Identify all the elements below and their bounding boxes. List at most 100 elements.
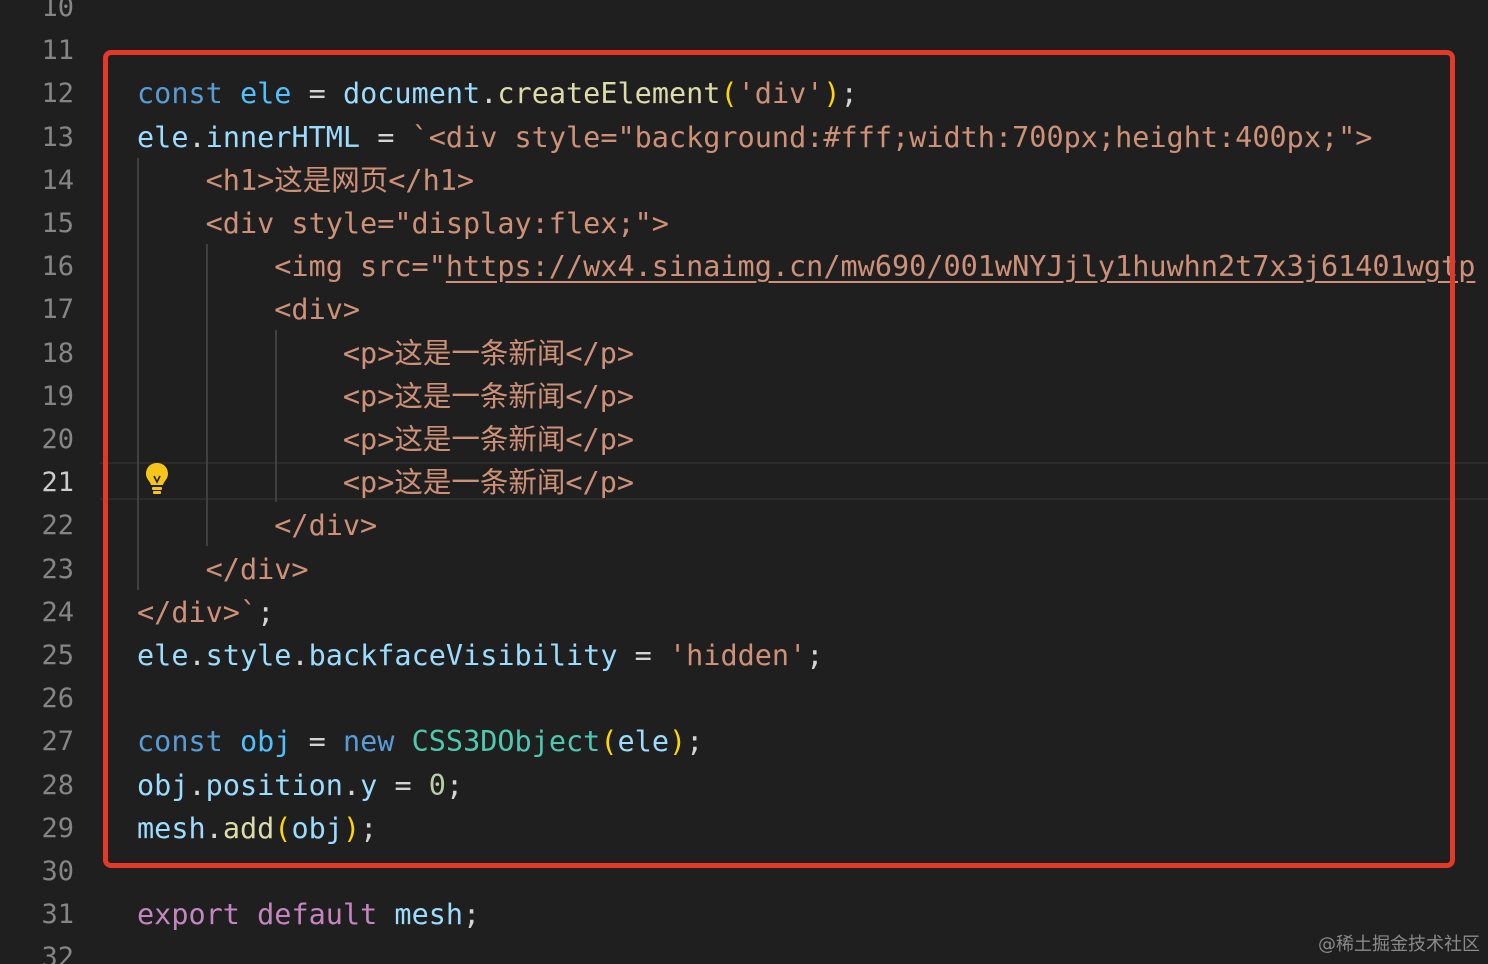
- code-text[interactable]: </div>: [137, 504, 377, 547]
- code-token: export: [137, 898, 240, 932]
- code-token: =: [360, 120, 412, 154]
- code-token: backfaceVisibility: [308, 639, 618, 672]
- code-token: ;: [360, 811, 378, 845]
- code-line[interactable]: 12 const ele = document.createElement('di…: [0, 72, 1488, 115]
- code-line[interactable]: 10: [0, 0, 1488, 29]
- code-text[interactable]: <p>这是一条新闻</p>: [137, 375, 634, 418]
- code-text[interactable]: export default mesh;: [137, 893, 480, 936]
- code-line[interactable]: 17 <div>: [0, 288, 1488, 331]
- code-token: <p>这是一条新闻</p>: [137, 466, 635, 500]
- code-editor[interactable]: 10 11 12 const ele = document.createElement…: [0, 0, 1488, 964]
- code-token: ele: [137, 120, 189, 154]
- code-line[interactable]: 24 </div>`;: [0, 591, 1488, 634]
- code-token: document: [342, 77, 481, 111]
- code-line[interactable]: 30: [0, 850, 1488, 893]
- code-token: y: [360, 768, 378, 802]
- code-token: 0: [428, 768, 446, 802]
- code-text[interactable]: obj.position.y = 0;: [137, 764, 463, 807]
- line-number: 30: [41, 856, 74, 887]
- code-token: innerHTML: [205, 120, 361, 154]
- code-line[interactable]: 22 </div>: [0, 504, 1488, 547]
- code-token: </div>`: [137, 595, 258, 629]
- code-text[interactable]: <p>这是一条新闻</p>: [137, 332, 634, 375]
- code-token: =: [291, 725, 343, 759]
- code-text[interactable]: <div>: [137, 288, 360, 331]
- code-token: =: [291, 77, 343, 111]
- line-number: 25: [41, 640, 74, 671]
- code-text[interactable]: <div style="display:flex;">: [137, 202, 669, 245]
- code-line[interactable]: 27 const obj = new CSS3DObject(ele);: [0, 720, 1488, 763]
- code-token: (: [274, 811, 292, 845]
- line-number: 23: [41, 553, 74, 585]
- line-number: 13: [41, 121, 74, 153]
- code-token: obj: [291, 811, 343, 845]
- code-token: https://wx4.sinaimg.cn/mw690/001wNYJjly1…: [445, 250, 1476, 284]
- code-token: const: [137, 77, 223, 111]
- code-text[interactable]: ele.innerHTML = `<div style="background:…: [137, 116, 1372, 159]
- code-token: <img src=": [137, 250, 446, 284]
- code-line[interactable]: 13 ele.innerHTML = `<div style="backgroun…: [0, 116, 1488, 159]
- code-text[interactable]: mesh.add(obj);: [137, 807, 377, 850]
- code-text[interactable]: <p>这是一条新闻</p>: [137, 418, 634, 461]
- code-token: obj: [137, 768, 189, 802]
- line-number: 18: [41, 337, 74, 369]
- code-token: .: [480, 77, 498, 111]
- code-line[interactable]: 11: [0, 29, 1488, 72]
- code-token: position: [205, 768, 343, 802]
- code-line[interactable]: 19 <p>这是一条新闻</p>: [0, 375, 1488, 418]
- code-token: .: [342, 768, 361, 802]
- code-token: `<div style="background:#fff;width:700px…: [411, 120, 1373, 154]
- code-token: CSS3DObject: [411, 725, 601, 759]
- code-text[interactable]: const obj = new CSS3DObject(ele);: [137, 720, 703, 763]
- code-token: mesh: [394, 898, 464, 932]
- line-number: 24: [41, 596, 74, 628]
- code-token: 'div': [737, 77, 824, 111]
- code-text[interactable]: <p>这是一条新闻</p>: [137, 461, 634, 504]
- code-line[interactable]: 32: [0, 936, 1488, 964]
- code-line[interactable]: 18 <p>这是一条新闻</p>: [0, 332, 1488, 375]
- code-token: ;: [840, 77, 858, 111]
- code-text[interactable]: <h1>这是网页</h1>: [137, 159, 474, 202]
- code-token: =: [617, 639, 669, 672]
- code-text[interactable]: <img src="https://wx4.sinaimg.cn/mw690/0…: [137, 245, 1475, 288]
- code-line[interactable]: 29 mesh.add(obj);: [0, 807, 1488, 850]
- line-number: 20: [41, 424, 74, 455]
- code-text[interactable]: ele.style.backfaceVisibility = 'hidden';: [137, 634, 823, 677]
- line-number: 32: [41, 942, 74, 964]
- code-token: ele: [617, 725, 669, 759]
- line-number: 15: [41, 208, 74, 239]
- code-token: ): [823, 77, 841, 111]
- code-token: <p>这是一条新闻</p>: [137, 423, 635, 456]
- code-line[interactable]: 15 <div style="display:flex;">: [0, 202, 1488, 245]
- code-text[interactable]: const ele = document.createElement('div'…: [137, 72, 858, 115]
- line-number: 10: [41, 0, 74, 23]
- code-token: (: [600, 725, 618, 759]
- code-line[interactable]: 21 <p>这是一条新闻</p>: [0, 461, 1488, 504]
- code-token: =: [377, 768, 429, 802]
- code-token: </div>: [137, 509, 378, 543]
- code-line[interactable]: 16 <img src="https://wx4.sinaimg.cn/mw69…: [0, 245, 1488, 288]
- line-number: 12: [41, 78, 74, 110]
- code-token: obj: [239, 725, 292, 759]
- code-line[interactable]: 31 export default mesh;: [0, 893, 1488, 936]
- code-text[interactable]: </div>: [137, 548, 309, 591]
- line-number: 26: [41, 683, 74, 715]
- code-line[interactable]: 25 ele.style.backfaceVisibility = 'hidden…: [0, 634, 1488, 677]
- code-line[interactable]: 28 obj.position.y = 0;: [0, 764, 1488, 807]
- code-token: <h1>这是网页</h1>: [137, 163, 475, 197]
- code-line[interactable]: 23 </div>: [0, 548, 1488, 591]
- lightbulb-icon[interactable]: [144, 462, 170, 496]
- code-token: <div>: [137, 293, 361, 327]
- code-token: ): [342, 811, 361, 845]
- code-line[interactable]: 14 <h1>这是网页</h1>: [0, 159, 1488, 202]
- code-token: const: [137, 725, 223, 759]
- code-line[interactable]: 20 <p>这是一条新闻</p>: [0, 418, 1488, 461]
- code-token: default: [257, 898, 378, 932]
- code-text[interactable]: </div>`;: [137, 591, 274, 634]
- code-token: .: [205, 811, 223, 845]
- code-line[interactable]: 26: [0, 677, 1488, 720]
